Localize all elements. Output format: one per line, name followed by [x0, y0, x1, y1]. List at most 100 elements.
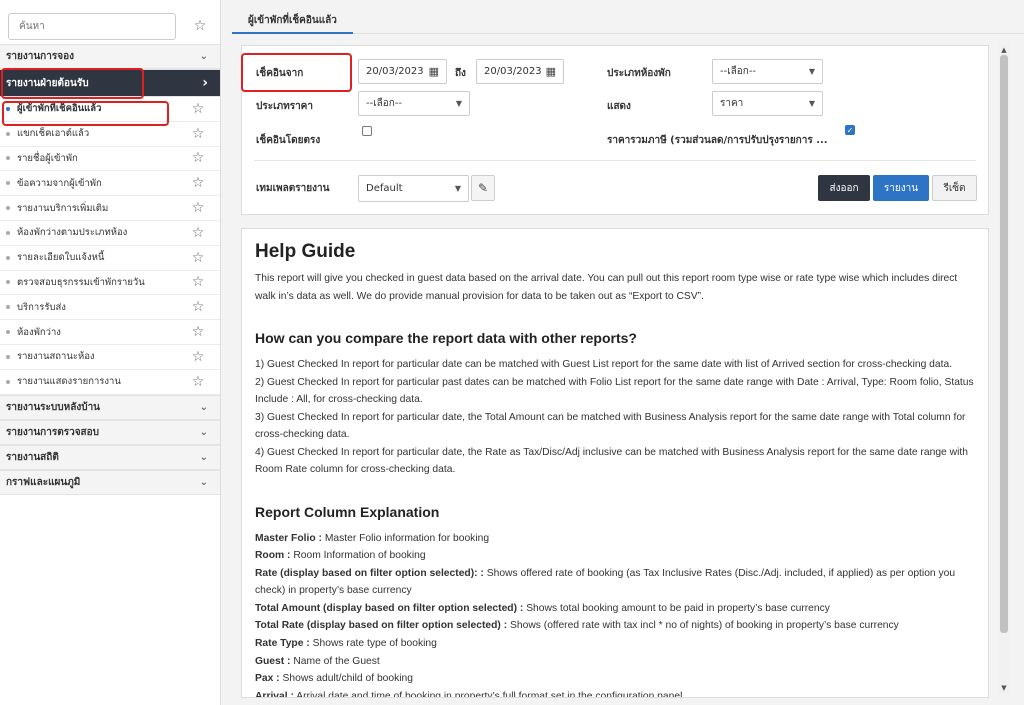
sidebar-item[interactable]: รายงานบริการเพิ่มเติม ☆: [0, 196, 220, 221]
star-icon[interactable]: ☆: [188, 274, 208, 290]
compare-item: 2) Guest Checked In report for particula…: [255, 376, 974, 406]
sidebar-item-label-wrap: รายชื่อผู้เข้าพัก: [6, 151, 78, 166]
column-desc: Shows (offered rate with tax incl * no o…: [510, 620, 899, 632]
calendar-icon[interactable]: ▦: [429, 65, 439, 78]
chevron-down-icon: ⌄: [199, 451, 208, 463]
star-icon[interactable]: ☆: [188, 299, 208, 315]
sidebar-item-label: บริการรับส่ง: [17, 301, 66, 313]
compare-heading: How can you compare the report data with…: [255, 330, 637, 346]
search-input[interactable]: [8, 12, 176, 40]
column-explanation: Guest : Name of the Guest: [255, 653, 975, 671]
column-desc: Arrival date and time of booking in prop…: [296, 690, 683, 698]
section-audit-reports[interactable]: รายงานการตรวจสอบ ⌄: [0, 419, 220, 445]
sidebar-item-label: ห้องพักว่างตามประเภทห้อง: [17, 227, 128, 239]
scrollbar[interactable]: ▲ ▼: [998, 45, 1010, 693]
compare-item: 4) Guest Checked In report for particula…: [255, 446, 968, 476]
sidebar-item-label-wrap: บริการรับส่ง: [6, 300, 66, 315]
column-explanation: Pax : Shows adult/child of booking: [255, 670, 975, 688]
help-guide-panel: Help Guide This report will give you che…: [241, 228, 989, 698]
date-from-field[interactable]: 20/03/2023 ▦: [358, 59, 447, 84]
date-to-value: 20/03/2023: [484, 66, 542, 77]
star-icon[interactable]: ☆: [188, 349, 208, 365]
bullet-icon: [6, 280, 10, 285]
sidebar-item[interactable]: ห้องพักว่าง ☆: [0, 320, 220, 345]
column-desc: Shows adult/child of booking: [282, 673, 414, 685]
section-label: รายงานระบบหลังบ้าน: [6, 401, 101, 413]
date-from-value: 20/03/2023: [366, 66, 424, 77]
compare-item: 3) Guest Checked In report for particula…: [255, 411, 966, 441]
column-name: Master Folio :: [255, 532, 322, 544]
sidebar-item-label-wrap: รายงานบริการเพิ่มเติม: [6, 201, 108, 216]
chevron-down-icon: ⌄: [199, 401, 208, 413]
sidebar-item-label-wrap: รายงานแสดงรายการงาน: [6, 374, 121, 389]
report-button[interactable]: รายงาน: [873, 175, 929, 201]
star-icon[interactable]: ☆: [188, 126, 208, 142]
display-select[interactable]: ราคา ▼: [712, 91, 823, 116]
scroll-down-arrow-icon[interactable]: ▼: [998, 683, 1010, 693]
column-explanation: Room : Room Information of booking: [255, 547, 975, 565]
bullet-icon: [6, 230, 10, 235]
template-select[interactable]: Default ▼: [358, 175, 469, 202]
bullet-icon: [6, 156, 10, 161]
section-label: รายงานการจอง: [6, 51, 74, 62]
reset-button[interactable]: รีเซ็ต: [932, 175, 977, 201]
scroll-up-arrow-icon[interactable]: ▲: [998, 45, 1010, 55]
section-backoffice-reports[interactable]: รายงานระบบหลังบ้าน ⌄: [0, 394, 220, 420]
edit-icon: ✎: [477, 181, 489, 195]
highlight-box-item: [2, 101, 169, 126]
checkin-from-label: เช็คอินจาก: [256, 68, 304, 79]
rate-inclusive-checkbox[interactable]: ✓: [845, 125, 855, 135]
star-icon[interactable]: ☆: [188, 101, 208, 117]
star-icon[interactable]: ☆: [188, 225, 208, 241]
help-title: Help Guide: [255, 241, 356, 262]
star-icon[interactable]: ☆: [188, 200, 208, 216]
sidebar-item[interactable]: ตรวจสอบธุรกรรมเข้าพักรายวัน ☆: [0, 271, 220, 296]
tab-bar: ผู้เข้าพักที่เช็คอินแล้ว: [232, 0, 1024, 34]
rate-type-select[interactable]: --เลือก-- ▼: [358, 91, 470, 116]
section-charts[interactable]: กราฟและแผนภูมิ ⌄: [0, 469, 220, 495]
sidebar-item-label-wrap: รายละเอียดใบแจ้งหนี้: [6, 250, 104, 265]
sidebar-search-row: ☆: [0, 0, 220, 44]
room-type-select[interactable]: --เลือก-- ▼: [712, 59, 823, 84]
sidebar-item[interactable]: รายละเอียดใบแจ้งหนี้ ☆: [0, 246, 220, 271]
scroll-thumb[interactable]: [1000, 55, 1008, 633]
date-to-field[interactable]: 20/03/2023 ▦: [476, 59, 564, 84]
caret-down-icon: ▼: [454, 184, 461, 193]
sidebar-item[interactable]: รายชื่อผู้เข้าพัก ☆: [0, 147, 220, 172]
export-button[interactable]: ส่งออก: [818, 175, 870, 201]
sidebar-item[interactable]: รายงานแสดงรายการงาน ☆: [0, 370, 220, 395]
sidebar-item[interactable]: ห้องพักว่างตามประเภทห้อง ☆: [0, 221, 220, 246]
sidebar-item[interactable]: บริการรับส่ง ☆: [0, 295, 220, 321]
sidebar-item[interactable]: รายงานสถานะห้อง ☆: [0, 345, 220, 370]
column-desc: Master Folio information for booking: [324, 532, 490, 544]
direct-checkin-checkbox[interactable]: [362, 126, 372, 136]
star-icon[interactable]: ☆: [188, 175, 208, 191]
bullet-icon: [6, 255, 10, 260]
column-name: Total Amount (display based on filter op…: [255, 602, 524, 614]
sidebar-item-label: รายละเอียดใบแจ้งหนี้: [17, 252, 105, 264]
sidebar-item[interactable]: ข้อความจากผู้เข้าพัก ☆: [0, 171, 220, 197]
star-icon[interactable]: ☆: [188, 150, 208, 166]
column-explanation: Rate Type : Shows rate type of booking: [255, 635, 975, 653]
bullet-icon: [6, 131, 10, 136]
calendar-icon[interactable]: ▦: [546, 65, 556, 78]
chevron-down-icon: ⌄: [199, 426, 208, 438]
compare-item: 1) Guest Checked In report for particula…: [255, 359, 953, 370]
edit-template-button[interactable]: ✎: [471, 175, 495, 201]
star-icon[interactable]: ☆: [188, 250, 208, 266]
star-icon[interactable]: ☆: [188, 324, 208, 340]
star-icon[interactable]: ☆: [188, 374, 208, 390]
column-desc: Shows rate type of booking: [312, 638, 437, 650]
bullet-icon: [6, 330, 10, 335]
star-icon[interactable]: ☆: [190, 18, 210, 34]
column-explanation: Arrival : Arrival date and time of booki…: [255, 688, 975, 698]
tab-checked-in-guests[interactable]: ผู้เข้าพักที่เช็คอินแล้ว: [232, 8, 353, 34]
bullet-icon: [6, 181, 10, 186]
section-statistics-reports[interactable]: รายงานสถิติ ⌄: [0, 444, 220, 470]
sidebar-item-label-wrap: ข้อความจากผู้เข้าพัก: [6, 176, 102, 191]
column-name: Arrival :: [255, 690, 294, 698]
section-booking-reports[interactable]: รายงานการจอง ⌄: [0, 44, 220, 69]
display-value: ราคา: [720, 98, 744, 109]
column-name: Total Rate (display based on filter opti…: [255, 620, 508, 632]
column-desc: Name of the Guest: [293, 655, 380, 667]
